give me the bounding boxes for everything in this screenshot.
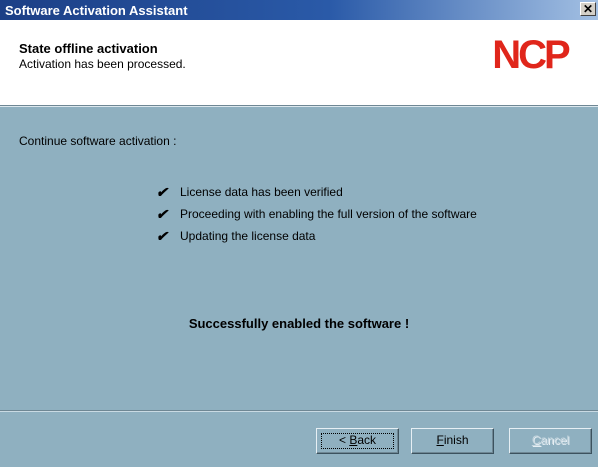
cancel-button[interactable]: Cancel — [509, 428, 592, 454]
checkmark-icon: ✔ — [156, 184, 168, 200]
finish-button-label: Finish — [436, 433, 469, 447]
window-title: Software Activation Assistant — [5, 3, 188, 18]
ncp-logo: NCP — [492, 35, 572, 73]
list-item: ✔ Proceeding with enabling the full vers… — [156, 206, 477, 228]
activation-wizard-window: Software Activation Assistant ✕ State of… — [0, 0, 598, 467]
progress-checklist: ✔ License data has been verified ✔ Proce… — [156, 184, 477, 250]
cancel-button-label: Cancel — [531, 433, 570, 447]
close-button[interactable]: ✕ — [580, 2, 596, 16]
logo-text: NCP — [492, 35, 570, 73]
checkmark-icon: ✔ — [156, 228, 168, 244]
checkmark-icon: ✔ — [156, 206, 168, 222]
page-subtitle: Activation has been processed. — [19, 57, 186, 71]
list-item: ✔ License data has been verified — [156, 184, 477, 206]
intro-text: Continue software activation : — [19, 134, 177, 148]
page-title: State offline activation — [19, 41, 158, 56]
back-button[interactable]: < Back — [316, 428, 399, 454]
list-item: ✔ Updating the license data — [156, 228, 477, 250]
back-button-label: < Back — [338, 433, 377, 447]
checklist-label: License data has been verified — [180, 185, 343, 199]
checklist-label: Proceeding with enabling the full versio… — [180, 207, 477, 221]
success-message: Successfully enabled the software ! — [188, 316, 410, 331]
footer-divider — [0, 410, 598, 412]
close-icon: ✕ — [582, 2, 594, 16]
finish-button[interactable]: Finish — [411, 428, 494, 454]
checklist-label: Updating the license data — [180, 229, 316, 243]
wizard-header: State offline activation Activation has … — [0, 20, 598, 106]
title-bar[interactable]: Software Activation Assistant ✕ — [0, 0, 598, 20]
